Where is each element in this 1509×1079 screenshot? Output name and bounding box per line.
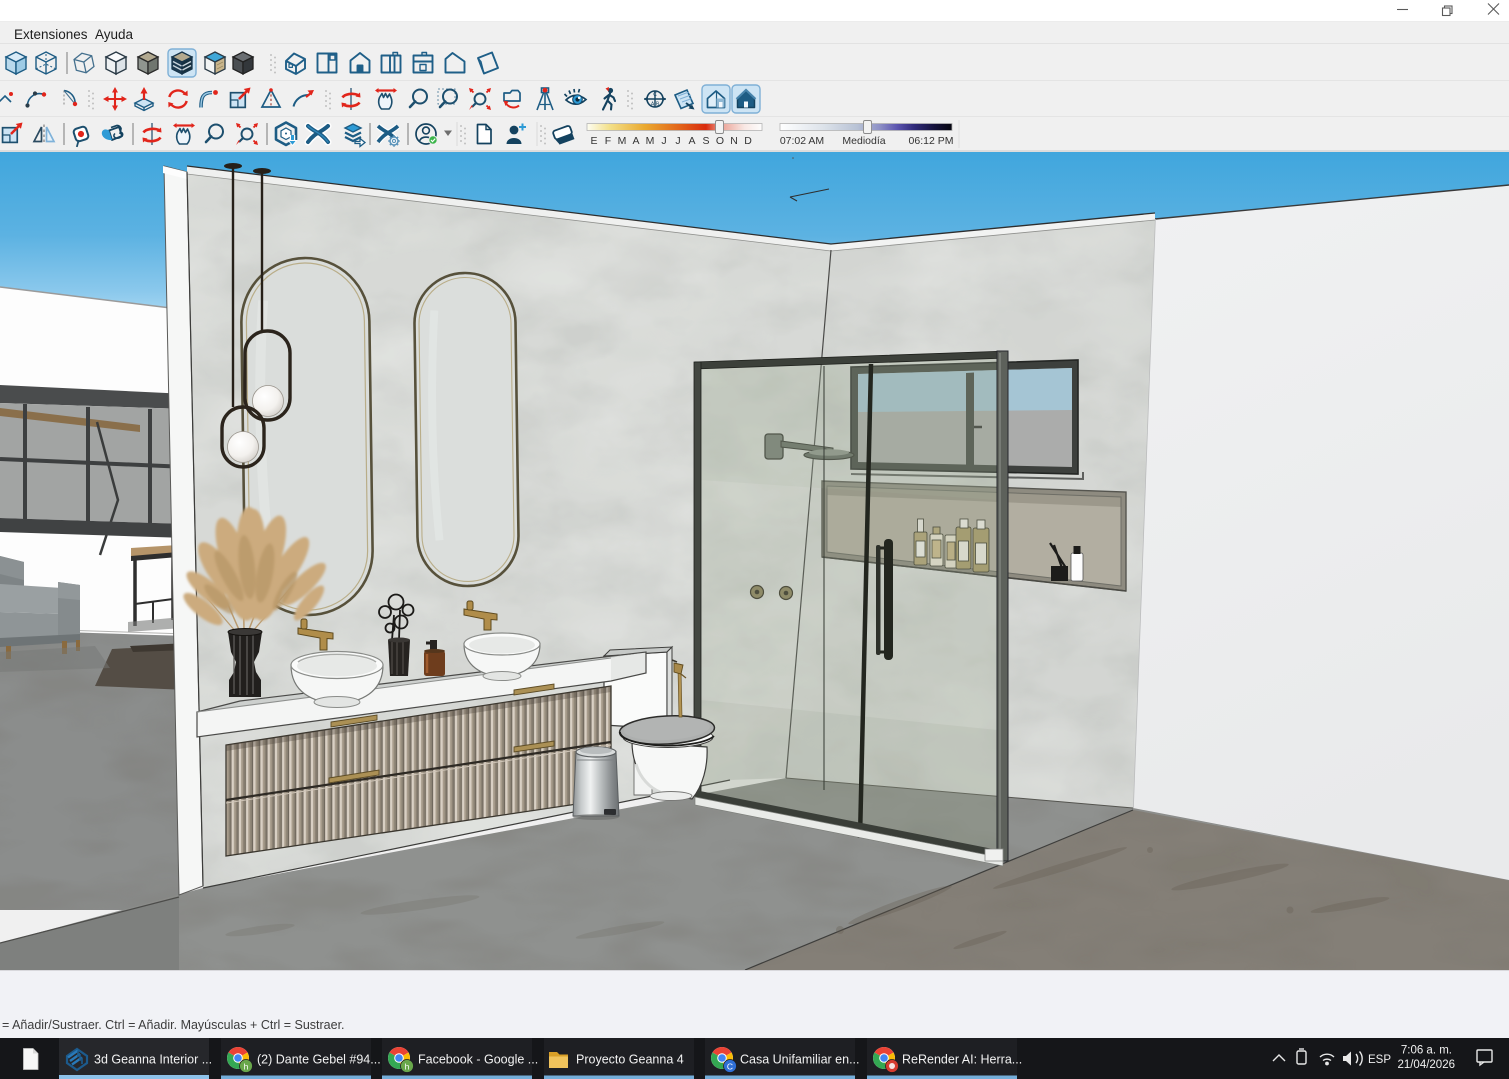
svg-text:07:02 AM: 07:02 AM bbox=[780, 135, 824, 147]
svg-text:7:06 a. m.: 7:06 a. m. bbox=[1401, 1045, 1452, 1057]
svg-text:06:12 PM: 06:12 PM bbox=[909, 135, 954, 147]
svg-text:Mediodía: Mediodía bbox=[842, 135, 885, 147]
svg-text:J: J bbox=[661, 135, 666, 147]
svg-text:N: N bbox=[730, 135, 738, 147]
svg-text:O: O bbox=[716, 135, 724, 147]
svg-text:A·B: A·B bbox=[651, 102, 660, 108]
svg-text:ReRender AI: Herra...: ReRender AI: Herra... bbox=[902, 1053, 1022, 1067]
svg-text:J: J bbox=[675, 135, 680, 147]
svg-text:ESP: ESP bbox=[1368, 1054, 1391, 1066]
svg-text:h: h bbox=[244, 1062, 249, 1072]
svg-text:D: D bbox=[744, 135, 752, 147]
svg-text:M: M bbox=[646, 135, 655, 147]
svg-text:E: E bbox=[590, 135, 597, 147]
svg-text:C: C bbox=[727, 1062, 733, 1072]
svg-text:21/04/2026: 21/04/2026 bbox=[1397, 1059, 1455, 1071]
svg-text:M: M bbox=[618, 135, 627, 147]
svg-text:C: C bbox=[653, 92, 657, 98]
svg-text:(2) Dante Gebel #94...: (2) Dante Gebel #94... bbox=[257, 1053, 381, 1067]
svg-text:3d Geanna Interior ...: 3d Geanna Interior ... bbox=[94, 1053, 212, 1067]
svg-text:Casa Unifamiliar en...: Casa Unifamiliar en... bbox=[740, 1053, 860, 1067]
svg-text:F: F bbox=[605, 135, 611, 147]
svg-text:Proyecto Geanna 4: Proyecto Geanna 4 bbox=[576, 1053, 684, 1067]
svg-text:h: h bbox=[405, 1062, 410, 1072]
svg-text:S: S bbox=[702, 135, 709, 147]
svg-text:A: A bbox=[632, 135, 639, 147]
svg-text:A: A bbox=[688, 135, 695, 147]
svg-text:Facebook - Google ...: Facebook - Google ... bbox=[418, 1053, 538, 1067]
